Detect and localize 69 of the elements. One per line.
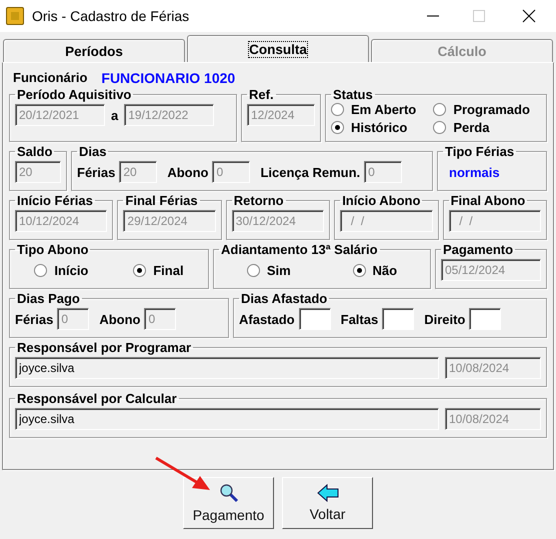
group-label: Tipo Férias	[444, 144, 516, 159]
date-field[interactable]: 29/12/2024	[123, 210, 216, 232]
reference-field[interactable]: 12/2024	[247, 104, 315, 126]
radio-button[interactable]: Final	[133, 262, 184, 278]
radio-button[interactable]: Programado	[433, 102, 530, 117]
group-label: Status	[332, 87, 374, 102]
field-label: Faltas	[340, 312, 378, 326]
group-label: Final Abono	[450, 193, 526, 208]
search-icon	[218, 483, 238, 503]
group-label: Final Férias	[124, 193, 199, 208]
date-field[interactable]: 19/12/2022	[124, 104, 214, 126]
employee-name: FUNCIONARIO 1020	[101, 70, 236, 86]
tab[interactable]: Consulta	[187, 35, 369, 62]
radio-button[interactable]: Não	[352, 262, 398, 278]
user-field[interactable]: joyce.silva	[15, 408, 439, 430]
action-button[interactable]: Pagamento	[183, 477, 274, 529]
field-label: Férias	[77, 164, 116, 180]
back-arrow-icon	[316, 484, 338, 502]
date-field[interactable]: / /	[340, 210, 433, 232]
employee-label: Funcionário	[13, 70, 88, 86]
window-title: Oris - Cadastro de Férias	[32, 8, 190, 24]
group-label: Dias Pago	[16, 291, 81, 306]
field-label: Licença Remun.	[260, 164, 360, 180]
group-label: Dias Afastado	[240, 291, 328, 306]
field-label: Abono	[167, 164, 208, 180]
balance-field[interactable]: 20	[15, 161, 61, 183]
pointer-arrow	[154, 456, 212, 492]
date-field[interactable]: / /	[448, 210, 541, 232]
date-field[interactable]: 30/12/2024	[232, 210, 324, 232]
date-field[interactable]: 10/08/2024	[445, 408, 541, 430]
date-field[interactable]: 20/12/2021	[15, 104, 105, 126]
days-field[interactable]	[469, 308, 502, 330]
date-field[interactable]: 05/12/2024	[441, 259, 541, 281]
group-label: Retorno	[232, 193, 285, 208]
group-label: Adiantamento 13ª Salário	[220, 242, 379, 257]
field-label: Direito	[424, 312, 466, 326]
user-field[interactable]: joyce.silva	[15, 357, 439, 379]
vacation-type: normais	[448, 164, 500, 180]
radio-button[interactable]: Início	[34, 262, 88, 278]
group-label: Início Abono	[341, 193, 422, 208]
range-separator: a	[111, 108, 118, 122]
days-field[interactable]: 20	[119, 161, 158, 183]
group-label: Dias	[78, 144, 108, 159]
group-label: Responsável por Calcular	[16, 391, 178, 406]
app-icon	[6, 7, 24, 25]
group-label: Ref.	[248, 87, 275, 102]
group-label: Saldo	[16, 144, 54, 159]
radio-button[interactable]: Histórico	[331, 120, 408, 135]
date-field[interactable]: 10/12/2024	[15, 210, 108, 232]
action-button[interactable]: Voltar	[282, 477, 373, 529]
field-label: Férias	[15, 312, 54, 326]
radio-button[interactable]: Sim	[246, 262, 291, 278]
days-field[interactable]	[298, 308, 331, 330]
days-field[interactable]: 0	[212, 161, 250, 183]
field-label: Abono	[99, 312, 140, 326]
group-label: Pagamento	[442, 242, 514, 257]
group-label: Tipo Abono	[16, 242, 90, 257]
days-field[interactable]	[382, 308, 414, 330]
date-field[interactable]: 10/08/2024	[445, 357, 541, 379]
radio-button[interactable]: Perda	[433, 120, 490, 135]
days-field[interactable]: 0	[57, 308, 90, 330]
tab[interactable]: Períodos	[3, 39, 185, 62]
radio-button[interactable]: Em Aberto	[331, 102, 416, 117]
days-field[interactable]: 0	[144, 308, 176, 330]
field-label: Afastado	[239, 312, 295, 326]
group-label: Responsável por Programar	[16, 340, 192, 355]
group-label: Período Aquisitivo	[16, 87, 132, 102]
group-label: Início Férias	[16, 193, 94, 208]
days-field[interactable]: 0	[364, 161, 402, 183]
